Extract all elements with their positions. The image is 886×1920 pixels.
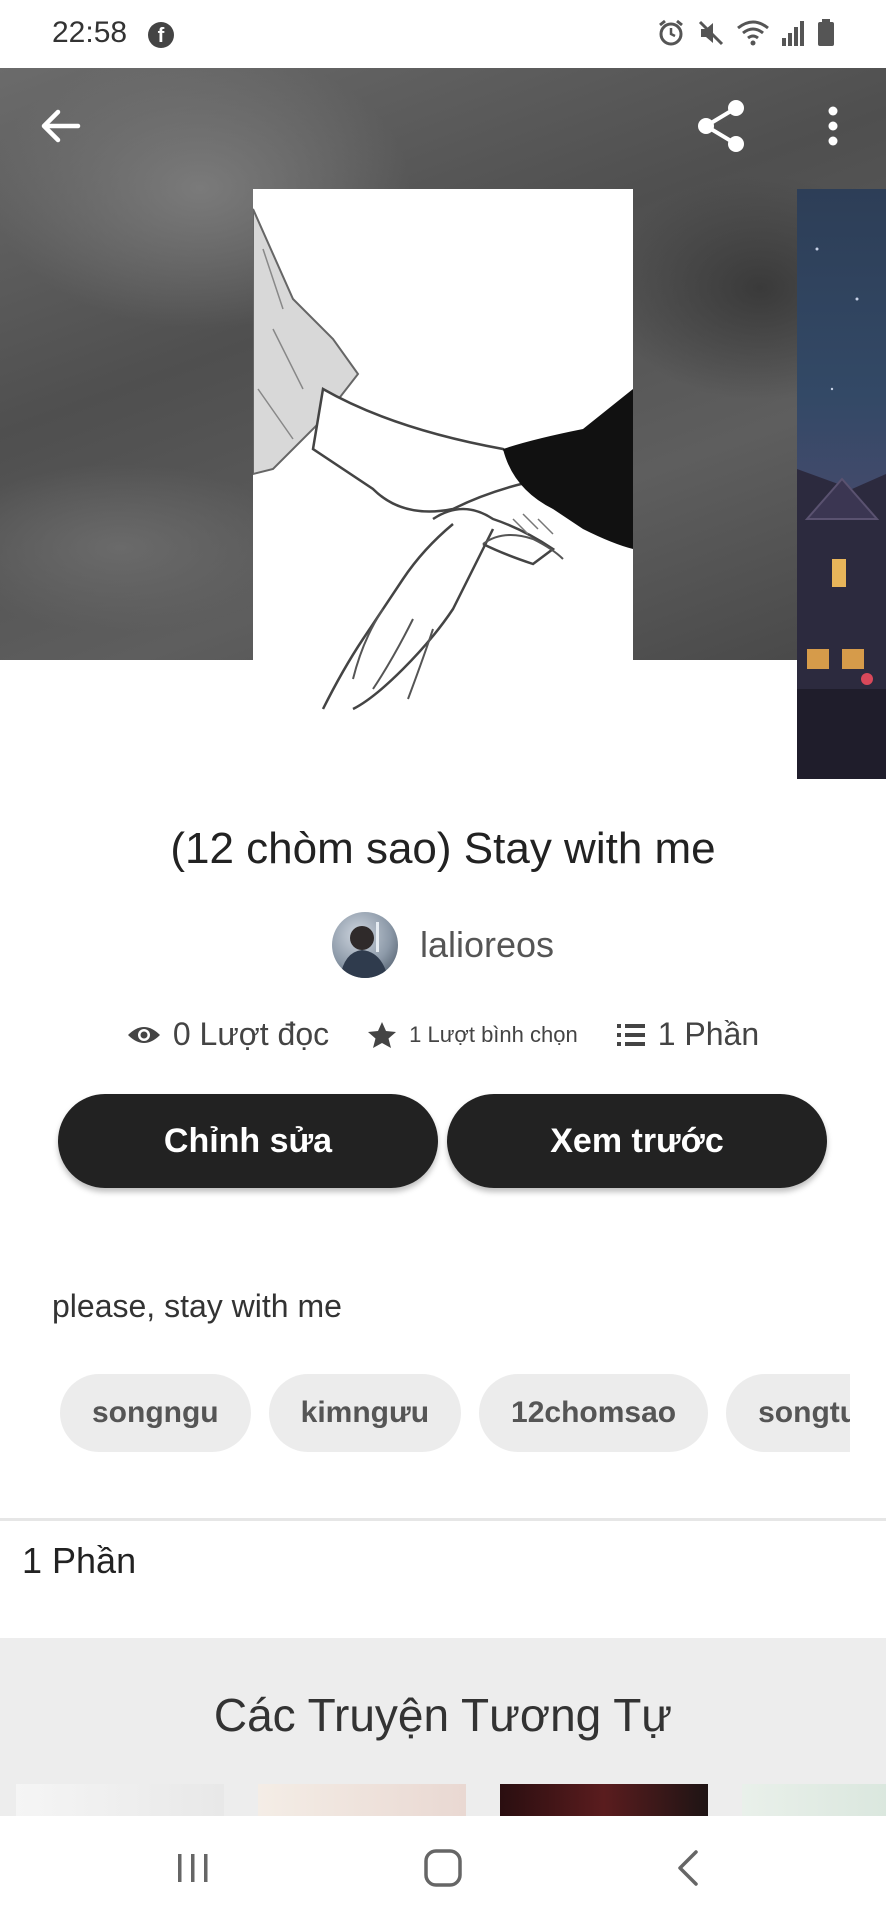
author-row[interactable]: lalioreos (0, 912, 886, 978)
facebook-icon: f (148, 22, 174, 48)
story-title: (12 chòm sao) Stay with me (170, 824, 716, 873)
home-icon[interactable] (418, 1846, 468, 1890)
status-icons (656, 18, 836, 48)
avatar[interactable] (331, 912, 398, 978)
reads-count: 0 Lượt đọc (172, 1016, 330, 1052)
cover-artwork (253, 189, 633, 779)
author-name[interactable]: lalioreos (420, 924, 554, 966)
recent-apps-icon[interactable] (168, 1846, 218, 1890)
tag-chip[interactable]: kimngưu (268, 1374, 462, 1452)
battery-icon (818, 19, 834, 46)
similar-story-thumbnail[interactable] (500, 1784, 708, 1818)
alarm-icon (659, 19, 683, 46)
tag-chip[interactable]: songngu (60, 1374, 251, 1452)
status-time: 22:58 (52, 16, 128, 49)
votes-stat: 1 Lượt bình chọn (367, 1020, 578, 1050)
story-description: please, stay with me (52, 1288, 342, 1324)
preview-button[interactable]: Xem trước (447, 1094, 827, 1188)
similar-stories-title: Các Truyện Tương Tự (213, 1689, 673, 1741)
similar-story-thumbnail[interactable] (16, 1784, 224, 1818)
signal-icon (782, 21, 804, 46)
parts-count-stat: 1 Phần (657, 1016, 760, 1052)
wifi-icon (737, 20, 769, 46)
tag-list[interactable]: songngu kimngưu 12chomsao songtu (60, 1374, 850, 1454)
eye-icon (127, 1026, 160, 1043)
back-icon[interactable] (664, 1846, 714, 1890)
story-cover[interactable] (253, 189, 633, 779)
similar-story-thumbnail[interactable] (258, 1784, 466, 1818)
votes-count: 1 Lượt bình chọn (409, 1021, 578, 1047)
similar-stories-section: Các Truyện Tương Tự (0, 1638, 886, 1818)
more-vertical-icon[interactable] (818, 104, 848, 148)
system-nav-bar (0, 1816, 886, 1920)
house-illustration (797, 247, 886, 779)
back-arrow-icon[interactable] (38, 104, 82, 148)
star-icon (368, 1021, 397, 1048)
parts-stat: 1 Phần (616, 1016, 759, 1053)
similar-story-thumbnail[interactable] (742, 1784, 886, 1818)
tag-chip[interactable]: 12chomsao (479, 1374, 709, 1452)
divider (0, 1518, 886, 1521)
status-bar: 22:58 f (0, 0, 886, 68)
parts-section-label[interactable]: 1 Phần (22, 1540, 136, 1582)
edit-button[interactable]: Chỉnh sửa (58, 1094, 438, 1188)
next-story-cover[interactable] (797, 189, 886, 779)
share-icon[interactable] (694, 98, 750, 154)
reads-stat: 0 Lượt đọc (127, 1016, 329, 1053)
tag-chip[interactable]: songtu (726, 1374, 850, 1452)
mute-icon (698, 20, 724, 46)
story-stats: 0 Lượt đọc 1 Lượt bình chọn 1 Phần (0, 1016, 886, 1053)
list-icon (616, 1023, 645, 1046)
